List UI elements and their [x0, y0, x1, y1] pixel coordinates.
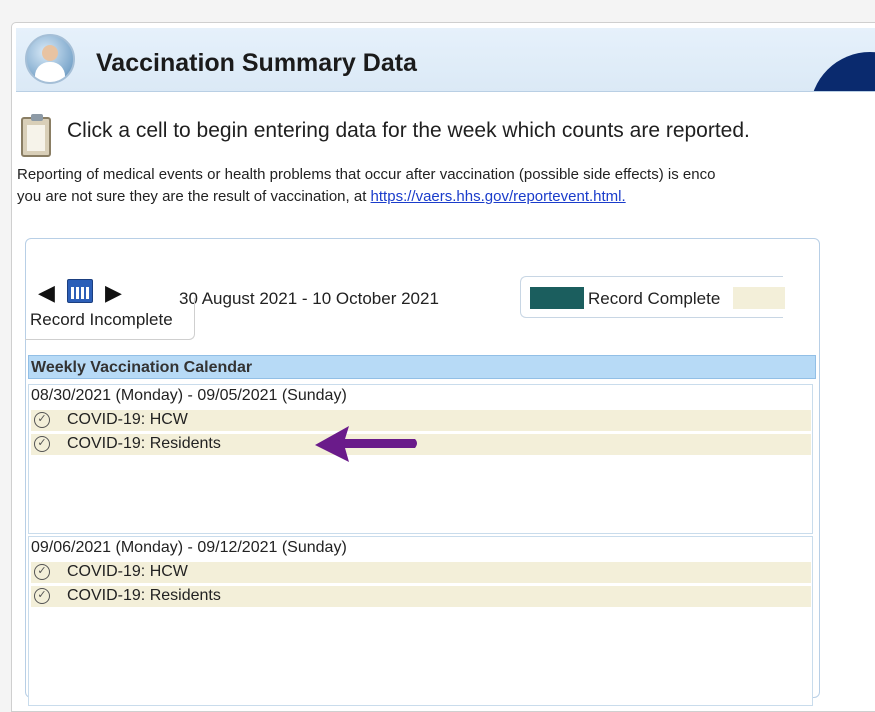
week-label: 08/30/2021 (Monday) - 09/05/2021 (Sunday…: [31, 387, 347, 404]
vaccination-cell-label: COVID-19: Residents: [67, 587, 221, 604]
clipboard-icon: [21, 114, 51, 157]
vaccination-cell-hcw[interactable]: ✓ COVID-19: HCW: [31, 410, 811, 431]
vaccination-cell-residents[interactable]: ✓ COVID-19: Residents: [31, 434, 811, 455]
page-title: Vaccination Summary Data: [96, 49, 417, 77]
record-complete-swatch: [530, 287, 584, 309]
purple-arrow-icon: [315, 426, 417, 462]
check-circle-icon: ✓: [34, 436, 50, 452]
check-circle-icon: ✓: [34, 564, 50, 580]
vaccination-cell-label: COVID-19: HCW: [67, 563, 188, 580]
instruction-text: Click a cell to begin entering data for …: [67, 119, 750, 142]
check-circle-icon: ✓: [34, 588, 50, 604]
vaers-line-1: Reporting of medical events or health pr…: [17, 166, 716, 183]
week-block: 09/06/2021 (Monday) - 09/12/2021 (Sunday…: [28, 536, 813, 706]
legend: Record Complete: [520, 276, 785, 318]
vaccination-cell-residents[interactable]: ✓ COVID-19: Residents: [31, 586, 811, 607]
vaccination-cell-label: COVID-19: HCW: [67, 411, 188, 428]
header-decoration: [810, 52, 875, 91]
vaccination-cell-hcw[interactable]: ✓ COVID-19: HCW: [31, 562, 811, 583]
legend-record-complete: Record Complete: [588, 289, 721, 308]
record-incomplete-swatch: [733, 287, 785, 309]
check-circle-icon: ✓: [34, 412, 50, 428]
vaccination-avatar-icon: [25, 34, 75, 84]
vaers-link[interactable]: https://vaers.hhs.gov/reportevent.html.: [371, 188, 626, 205]
weekly-calendar-header: Weekly Vaccination Calendar: [28, 355, 816, 379]
vaccination-cell-label: COVID-19: Residents: [67, 435, 221, 452]
vaers-line-2: you are not sure they are the result of …: [17, 186, 875, 208]
legend-record-incomplete: Record Incomplete: [25, 298, 195, 340]
page-header: Vaccination Summary Data: [16, 28, 875, 92]
date-range: 30 August 2021 - 10 October 2021: [179, 289, 439, 308]
vaers-line-2-text: you are not sure they are the result of …: [17, 188, 371, 205]
vaers-notice: Reporting of medical events or health pr…: [17, 164, 875, 208]
week-label: 09/06/2021 (Monday) - 09/12/2021 (Sunday…: [31, 539, 347, 556]
